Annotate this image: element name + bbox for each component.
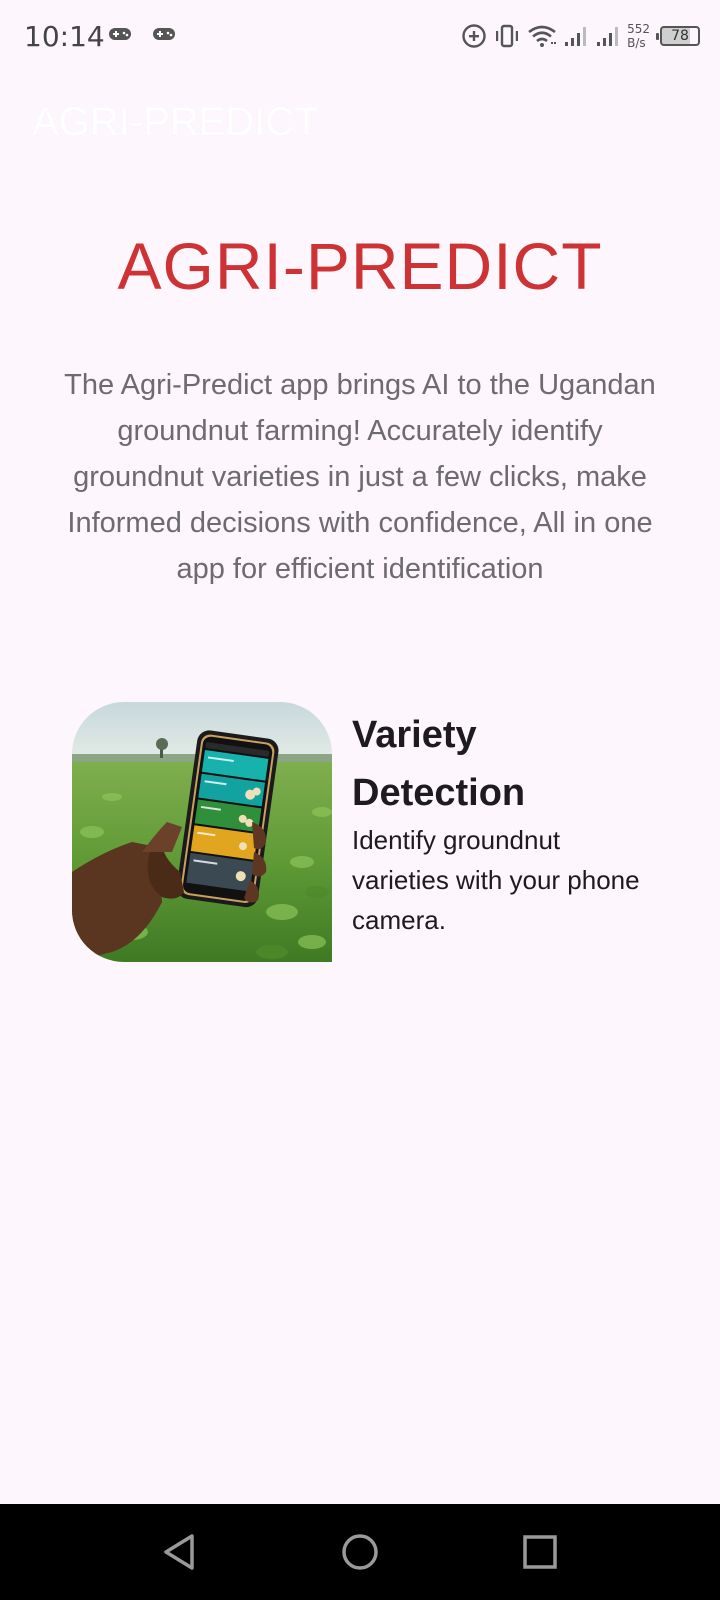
home-icon[interactable] — [336, 1528, 384, 1576]
network-speed-unit: B/s — [627, 36, 646, 50]
network-speed-value: 552 — [627, 22, 650, 36]
hero-title: AGRI-PREDICT — [117, 229, 603, 303]
phone-in-field-illustration — [72, 702, 332, 962]
network-speed: 552 B/s — [627, 22, 650, 50]
back-icon[interactable] — [156, 1528, 204, 1576]
vibrate-icon — [496, 24, 519, 48]
gamepad-icon — [153, 28, 175, 40]
app-description: The Agri-Predict app brings AI to the Ug… — [64, 369, 656, 585]
signal-icon — [597, 27, 619, 46]
status-icons: 552 B/s 78 — [461, 16, 700, 56]
battery-icon: 78 — [656, 26, 700, 46]
feature-description: Identify groundnut varieties with your p… — [352, 825, 640, 935]
status-bar: 10:14 552 B/s 78 — [0, 0, 720, 72]
feature-image — [72, 702, 332, 962]
recents-icon[interactable] — [516, 1528, 564, 1576]
feature-card-variety-detection[interactable]: Variety Detection Identify groundnut var… — [72, 702, 672, 962]
status-time: 10:14 — [24, 20, 105, 53]
data-saver-icon — [462, 24, 486, 48]
app-bar-title: AGRI-PREDICT — [32, 100, 319, 144]
navigation-bar — [0, 1504, 720, 1600]
signal-icon — [565, 27, 587, 46]
feature-title: Variety Detection — [352, 714, 526, 814]
gamepad-icon — [109, 28, 131, 40]
wifi-icon — [528, 25, 557, 47]
battery-level: 78 — [671, 28, 689, 44]
